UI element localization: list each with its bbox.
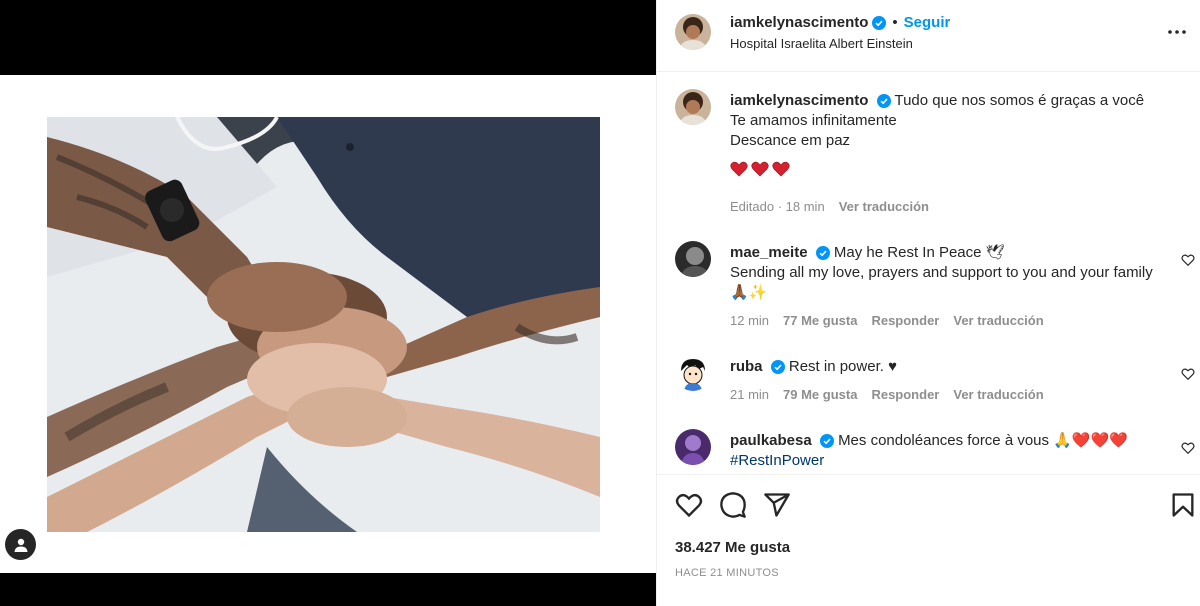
share-icon[interactable] [763,491,791,519]
red-heart-emoji [730,161,748,177]
comment-likes[interactable]: 77 Me gusta [783,313,857,328]
user-tag-button[interactable] [5,529,36,560]
likes-count[interactable]: 38.427 Me gusta [675,539,790,556]
comment-line-2: Sending all my love, prayers and support… [730,264,1153,301]
more-options-icon[interactable] [1167,22,1187,42]
caption-meta: Editado · 18 min Ver traducción [730,199,929,214]
commenter-avatar[interactable] [675,429,711,465]
post-location[interactable]: Hospital Israelita Albert Einstein [730,36,913,51]
comment-line-1: May he Rest In Peace 🕊 [833,244,1005,261]
comment-likes[interactable]: 79 Me gusta [783,387,857,402]
comments-list[interactable]: iamkelynascimento Tudo que nos somos é g… [657,73,1200,473]
commenter-username[interactable]: ruba [730,358,763,375]
verified-badge-icon [876,94,891,109]
caption-avatar[interactable] [675,89,711,125]
caption-text: iamkelynascimento Tudo que nos somos é g… [730,91,1161,183]
comment-translate-link[interactable]: Ver traducción [953,387,1043,402]
post-details-pane: iamkelynascimento • Seguir Hospital Isra… [656,0,1200,606]
caption-username[interactable]: iamkelynascimento [730,92,868,109]
follow-button[interactable]: Seguir [904,14,951,31]
hashtag-link[interactable]: #RestInPower [730,452,824,469]
separator-dot: • [892,14,898,31]
author-avatar[interactable] [675,14,711,50]
caption-line-2: Te amamos infinitamente [730,112,897,129]
comment-meta: 12 min 77 Me gusta Responder Ver traducc… [730,313,1044,328]
bookmark-icon[interactable] [1169,491,1197,519]
commenter-avatar[interactable] [675,355,711,391]
comment-time: 12 min [730,313,770,328]
heart-icon[interactable] [675,491,703,519]
commenter-username[interactable]: paulkabesa [730,432,812,449]
comment-like-heart-icon[interactable] [1181,367,1195,381]
verified-badge-icon [815,246,830,261]
comment-text: ruba Rest in power. ♥ [730,357,1161,377]
reply-button[interactable]: Responder [871,387,939,402]
caption-line-3: Descance em paz [730,132,851,149]
commenter-username[interactable]: mae_meite [730,244,808,261]
comment-icon[interactable] [719,491,747,519]
commenter-avatar[interactable] [675,241,711,277]
comment-like-heart-icon[interactable] [1181,253,1195,267]
comment-translate-link[interactable]: Ver traducción [953,313,1043,328]
media-pane [0,0,656,606]
caption-line-1: Tudo que nos somos é graças a você [894,92,1145,109]
verified-badge-icon [872,15,887,30]
comment-line-1: Mes condoléances force à vous 🙏❤️❤️❤️ [838,432,1128,449]
comment-time: 21 min [730,387,770,402]
post-time: HACE 21 MINUTOS [675,567,779,579]
caption-hearts [730,161,790,177]
red-heart-emoji [772,161,790,177]
author-username[interactable]: iamkelynascimento [730,14,868,31]
comment-like-heart-icon[interactable] [1181,441,1195,455]
comment-line-1: Rest in power. ♥ [788,358,897,375]
user-tag-icon [14,538,27,552]
post-actions: 38.427 Me gusta HACE 21 MINUTOS [657,474,1200,606]
reply-button[interactable]: Responder [871,313,939,328]
caption-time: Editado · 18 min [730,199,825,214]
post-photo[interactable] [47,117,600,532]
verified-badge-icon [819,434,834,449]
comment-text: mae_meite May he Rest In Peace 🕊 Sending… [730,243,1161,303]
author-line: iamkelynascimento • Seguir [730,14,950,31]
post-header: iamkelynascimento • Seguir Hospital Isra… [657,0,1200,72]
verified-badge-icon [770,360,785,375]
red-heart-emoji [751,161,769,177]
comment-text: paulkabesa Mes condoléances force à vous… [730,431,1161,471]
comment-meta: 21 min 79 Me gusta Responder Ver traducc… [730,387,1044,402]
caption-translate-link[interactable]: Ver traducción [839,199,929,214]
